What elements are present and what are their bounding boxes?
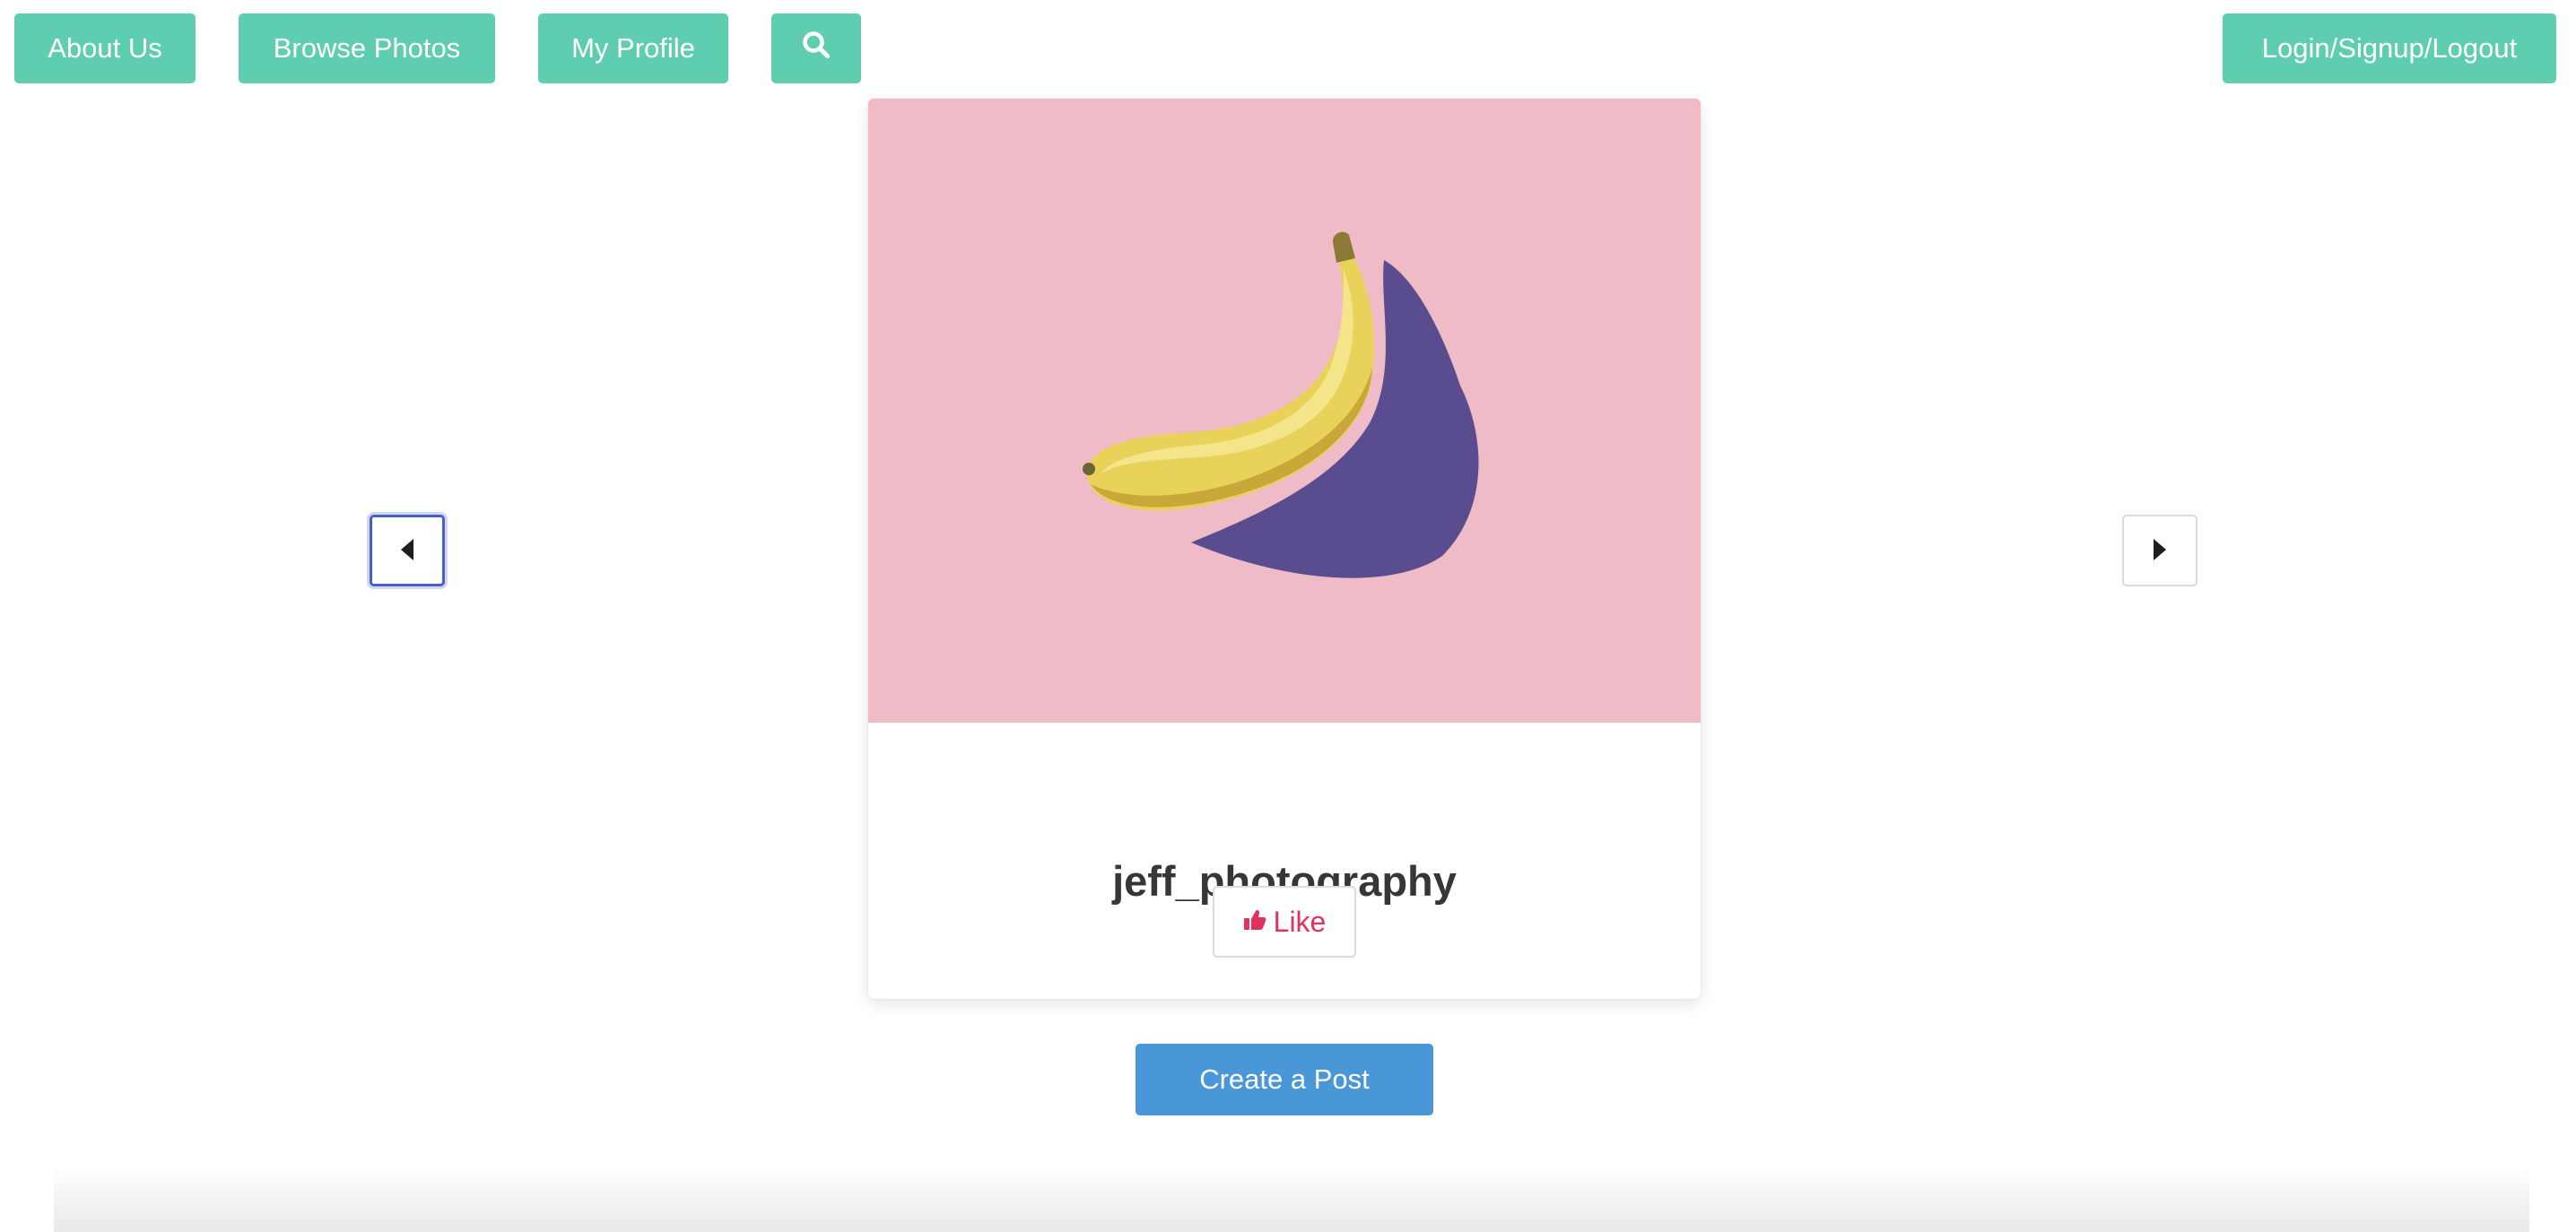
search-button[interactable] xyxy=(771,13,861,83)
banana-image xyxy=(1083,231,1479,578)
like-button-label: Like xyxy=(1273,905,1327,938)
previous-photo-button[interactable] xyxy=(370,515,445,586)
footer-shadow xyxy=(54,1166,2529,1232)
browse-photos-button[interactable]: Browse Photos xyxy=(239,13,495,83)
page: About Us Browse Photos My Profile Login/… xyxy=(0,0,2576,1232)
like-button[interactable]: Like xyxy=(1213,886,1356,958)
next-photo-button[interactable] xyxy=(2122,515,2197,586)
login-signup-logout-button[interactable]: Login/Signup/Logout xyxy=(2223,13,2556,83)
post-card: jeff_photography likes: 1 xyxy=(868,99,1701,999)
about-us-button[interactable]: About Us xyxy=(14,13,196,83)
my-profile-button[interactable]: My Profile xyxy=(538,13,728,83)
caret-right-icon xyxy=(2152,538,2168,564)
thumbs-up-icon xyxy=(1243,906,1266,939)
post-photo[interactable] xyxy=(868,99,1701,723)
search-icon xyxy=(802,30,831,66)
caret-left-icon xyxy=(399,538,415,564)
create-post-button[interactable]: Create a Post xyxy=(1136,1044,1433,1115)
